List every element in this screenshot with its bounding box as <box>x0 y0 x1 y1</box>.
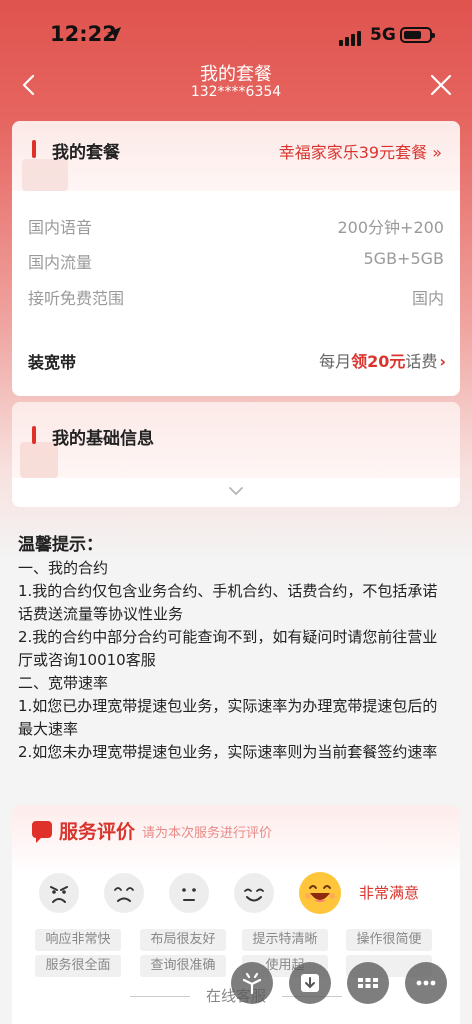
network-label: 5G <box>370 25 396 45</box>
rating-hint: 请为本次服务进行评价 <box>142 826 273 841</box>
chat-bubble-icon <box>32 821 52 843</box>
section-marker <box>32 426 36 444</box>
laughing-face-icon[interactable] <box>299 872 341 914</box>
feedback-tag[interactable]: 操作很简便 <box>346 929 432 951</box>
broadband-label: 装宽带 <box>28 353 77 372</box>
neutral-face-icon[interactable] <box>169 873 209 913</box>
tip-line: 厅或咨询10010客服 <box>18 651 156 669</box>
tips-title: 温馨提示： <box>18 535 103 555</box>
plan-name-link[interactable]: 幸福家家乐39元套餐 » <box>279 139 442 163</box>
download-icon[interactable] <box>289 962 331 1004</box>
feedback-tag[interactable]: 提示特清晰 <box>242 929 328 951</box>
plan-row-data: 国内流量 5GB+5GB <box>28 249 444 273</box>
row-label: 国内流量 <box>28 253 93 272</box>
sad-face-icon[interactable] <box>104 873 144 913</box>
section-marker <box>32 140 36 158</box>
tip-line: 最大速率 <box>18 720 79 738</box>
row-label: 国内语音 <box>28 218 93 237</box>
grid-menu-icon[interactable] <box>347 962 389 1004</box>
feedback-tag[interactable]: 响应非常快 <box>35 929 121 951</box>
feedback-tag[interactable]: 布局很友好 <box>140 929 226 951</box>
promo-suffix: 话费 <box>405 352 438 371</box>
chevron-right-icon: › <box>439 352 446 371</box>
more-options-icon[interactable] <box>405 962 447 1004</box>
signal-icon <box>339 27 363 46</box>
promo-highlight: 领20元 <box>351 352 406 371</box>
status-bar: 12:22 5G <box>0 0 472 58</box>
page-title: 我的套餐 <box>200 64 272 85</box>
sim-card-icon <box>22 159 68 191</box>
location-arrow-icon <box>107 27 121 41</box>
phone-number: 132****6354 <box>190 84 282 100</box>
tip-line: 2.我的合约中部分合约可能查询不到，如有疑问时请您前往营业 <box>18 628 438 646</box>
tip-line: 2.如您未办理宽带提速包业务，实际速率则为当前套餐签约速率 <box>18 743 438 761</box>
rating-title: 服务评价 <box>59 821 136 843</box>
feedback-tag[interactable]: 查询很准确 <box>140 955 226 977</box>
close-icon[interactable] <box>426 70 456 100</box>
sparkle-icon[interactable] <box>231 962 273 1004</box>
battery-icon <box>400 27 435 43</box>
plan-card-header: 我的套餐 幸福家家乐39元套餐 » <box>12 121 460 191</box>
row-label: 接听免费范围 <box>28 289 125 308</box>
plan-row-voice: 国内语音 200分钟+200 <box>28 214 444 238</box>
tip-line: 二、宽带速率 <box>18 674 109 692</box>
basic-info-header: 我的基础信息 <box>12 402 460 478</box>
rating-level-label: 非常满意 <box>359 884 420 902</box>
smile-face-icon[interactable] <box>234 873 274 913</box>
angry-face-icon[interactable] <box>39 873 79 913</box>
row-value: 5GB+5GB <box>363 249 444 268</box>
plan-card: 我的套餐 幸福家家乐39元套餐 » 国内语音 200分钟+200 国内流量 5G… <box>12 121 460 396</box>
feedback-tag[interactable]: 服务很全面 <box>35 955 121 977</box>
basic-info-title: 我的基础信息 <box>52 429 154 449</box>
broadband-promo-link[interactable]: 每月领20元话费 › <box>319 348 446 372</box>
row-value: 200分钟+200 <box>337 218 445 237</box>
basic-info-card[interactable]: 我的基础信息 <box>12 402 460 507</box>
tip-line: 1.我的合约仅包含业务合约、手机合约、话费合约，不包括承诺 <box>18 582 438 600</box>
tip-line: 一、我的合约 <box>18 559 109 577</box>
chevron-down-icon[interactable] <box>226 484 246 498</box>
plan-row-free-range: 接听免费范围 国内 <box>28 285 444 309</box>
row-value: 国内 <box>411 289 444 308</box>
promo-prefix: 每月 <box>319 352 352 371</box>
plan-section-title: 我的套餐 <box>52 143 120 163</box>
tip-line: 话费送流量等协议性业务 <box>18 605 184 623</box>
tip-line: 1.如您已办理宽带提速包业务，实际速率为办理宽带提速包后的 <box>18 697 438 715</box>
